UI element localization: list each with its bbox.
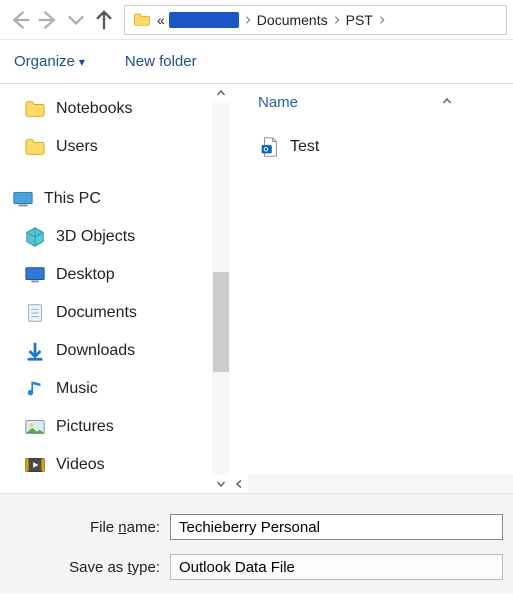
scroll-thumb[interactable] (213, 272, 229, 372)
scroll-left-icon[interactable] (230, 475, 248, 493)
pictures-icon (24, 416, 46, 438)
desktop-icon (24, 264, 46, 286)
chevron-right-icon (377, 12, 387, 28)
sort-caret-icon[interactable] (441, 94, 453, 111)
sidebar-item-label: Music (56, 380, 98, 398)
breadcrumb-redacted (169, 12, 239, 28)
sidebar-item-label: Documents (56, 304, 137, 322)
sidebar-item-label: Notebooks (56, 100, 133, 118)
sidebar-item-videos[interactable]: Videos (24, 446, 230, 484)
content-pane: Name O Test (230, 84, 513, 493)
organize-menu[interactable]: Organize ▾ (14, 53, 85, 70)
sidebar-item-label: This PC (44, 190, 101, 208)
column-header-row: Name (258, 94, 513, 111)
nav-back-button[interactable] (6, 6, 34, 34)
sidebar-scrollbar[interactable] (212, 84, 230, 493)
sidebar-item-label: Pictures (56, 418, 114, 436)
this-pc-icon (12, 188, 34, 210)
chevron-right-icon (332, 12, 342, 28)
save-form: File name: Save as type: (0, 494, 513, 594)
sidebar-item-pictures[interactable]: Pictures (24, 408, 230, 446)
navbar: « Documents PST (0, 0, 513, 40)
documents-icon (24, 302, 46, 324)
savetype-label: Save as type: (10, 559, 170, 576)
scroll-track[interactable] (248, 475, 513, 493)
sidebar: Notebooks Users This PC 3D Objects (0, 84, 230, 493)
sidebar-item-label: 3D Objects (56, 228, 135, 246)
breadcrumb-prefix: « (157, 12, 165, 28)
sidebar-item-label: Downloads (56, 342, 135, 360)
file-item-test[interactable]: O Test (258, 129, 513, 165)
content-hscrollbar[interactable] (230, 475, 513, 493)
address-bar[interactable]: « Documents PST (124, 5, 507, 35)
caret-down-icon: ▾ (79, 55, 85, 69)
cube-icon (24, 226, 46, 248)
filename-label: File name: (10, 519, 170, 536)
organize-label: Organize (14, 53, 75, 70)
breadcrumb-pst[interactable]: PST (346, 12, 373, 28)
sidebar-item-downloads[interactable]: Downloads (24, 332, 230, 370)
sidebar-item-label: Users (56, 138, 98, 156)
sidebar-item-label: Videos (56, 456, 105, 474)
column-header-name[interactable]: Name (258, 94, 441, 111)
scroll-up-icon[interactable] (212, 84, 230, 102)
sidebar-item-this-pc[interactable]: This PC (12, 180, 230, 218)
sidebar-item-3d-objects[interactable]: 3D Objects (24, 218, 230, 256)
new-folder-button[interactable]: New folder (125, 53, 197, 70)
file-item-label: Test (290, 138, 319, 156)
nav-forward-button[interactable] (34, 6, 62, 34)
chevron-right-icon (243, 12, 253, 28)
filename-input[interactable] (170, 514, 503, 540)
music-icon (24, 378, 46, 400)
sidebar-item-notebooks[interactable]: Notebooks (24, 90, 230, 128)
outlook-data-file-icon: O (258, 136, 280, 158)
folder-icon (24, 98, 46, 120)
nav-recent-dropdown[interactable] (62, 6, 90, 34)
savetype-dropdown[interactable] (170, 554, 503, 580)
main-area: Notebooks Users This PC 3D Objects (0, 84, 513, 494)
videos-icon (24, 454, 46, 476)
folder-icon (131, 9, 153, 31)
sidebar-item-documents[interactable]: Documents (24, 294, 230, 332)
nav-up-button[interactable] (90, 6, 118, 34)
sidebar-item-users[interactable]: Users (24, 128, 230, 166)
sidebar-item-label: Desktop (56, 266, 115, 284)
sidebar-item-music[interactable]: Music (24, 370, 230, 408)
breadcrumb-documents[interactable]: Documents (257, 12, 328, 28)
new-folder-label: New folder (125, 53, 197, 70)
scroll-track[interactable] (212, 102, 230, 475)
scroll-down-icon[interactable] (212, 475, 230, 493)
svg-text:O: O (264, 147, 269, 154)
sidebar-item-desktop[interactable]: Desktop (24, 256, 230, 294)
folder-icon (24, 136, 46, 158)
toolbar: Organize ▾ New folder (0, 40, 513, 84)
downloads-icon (24, 340, 46, 362)
